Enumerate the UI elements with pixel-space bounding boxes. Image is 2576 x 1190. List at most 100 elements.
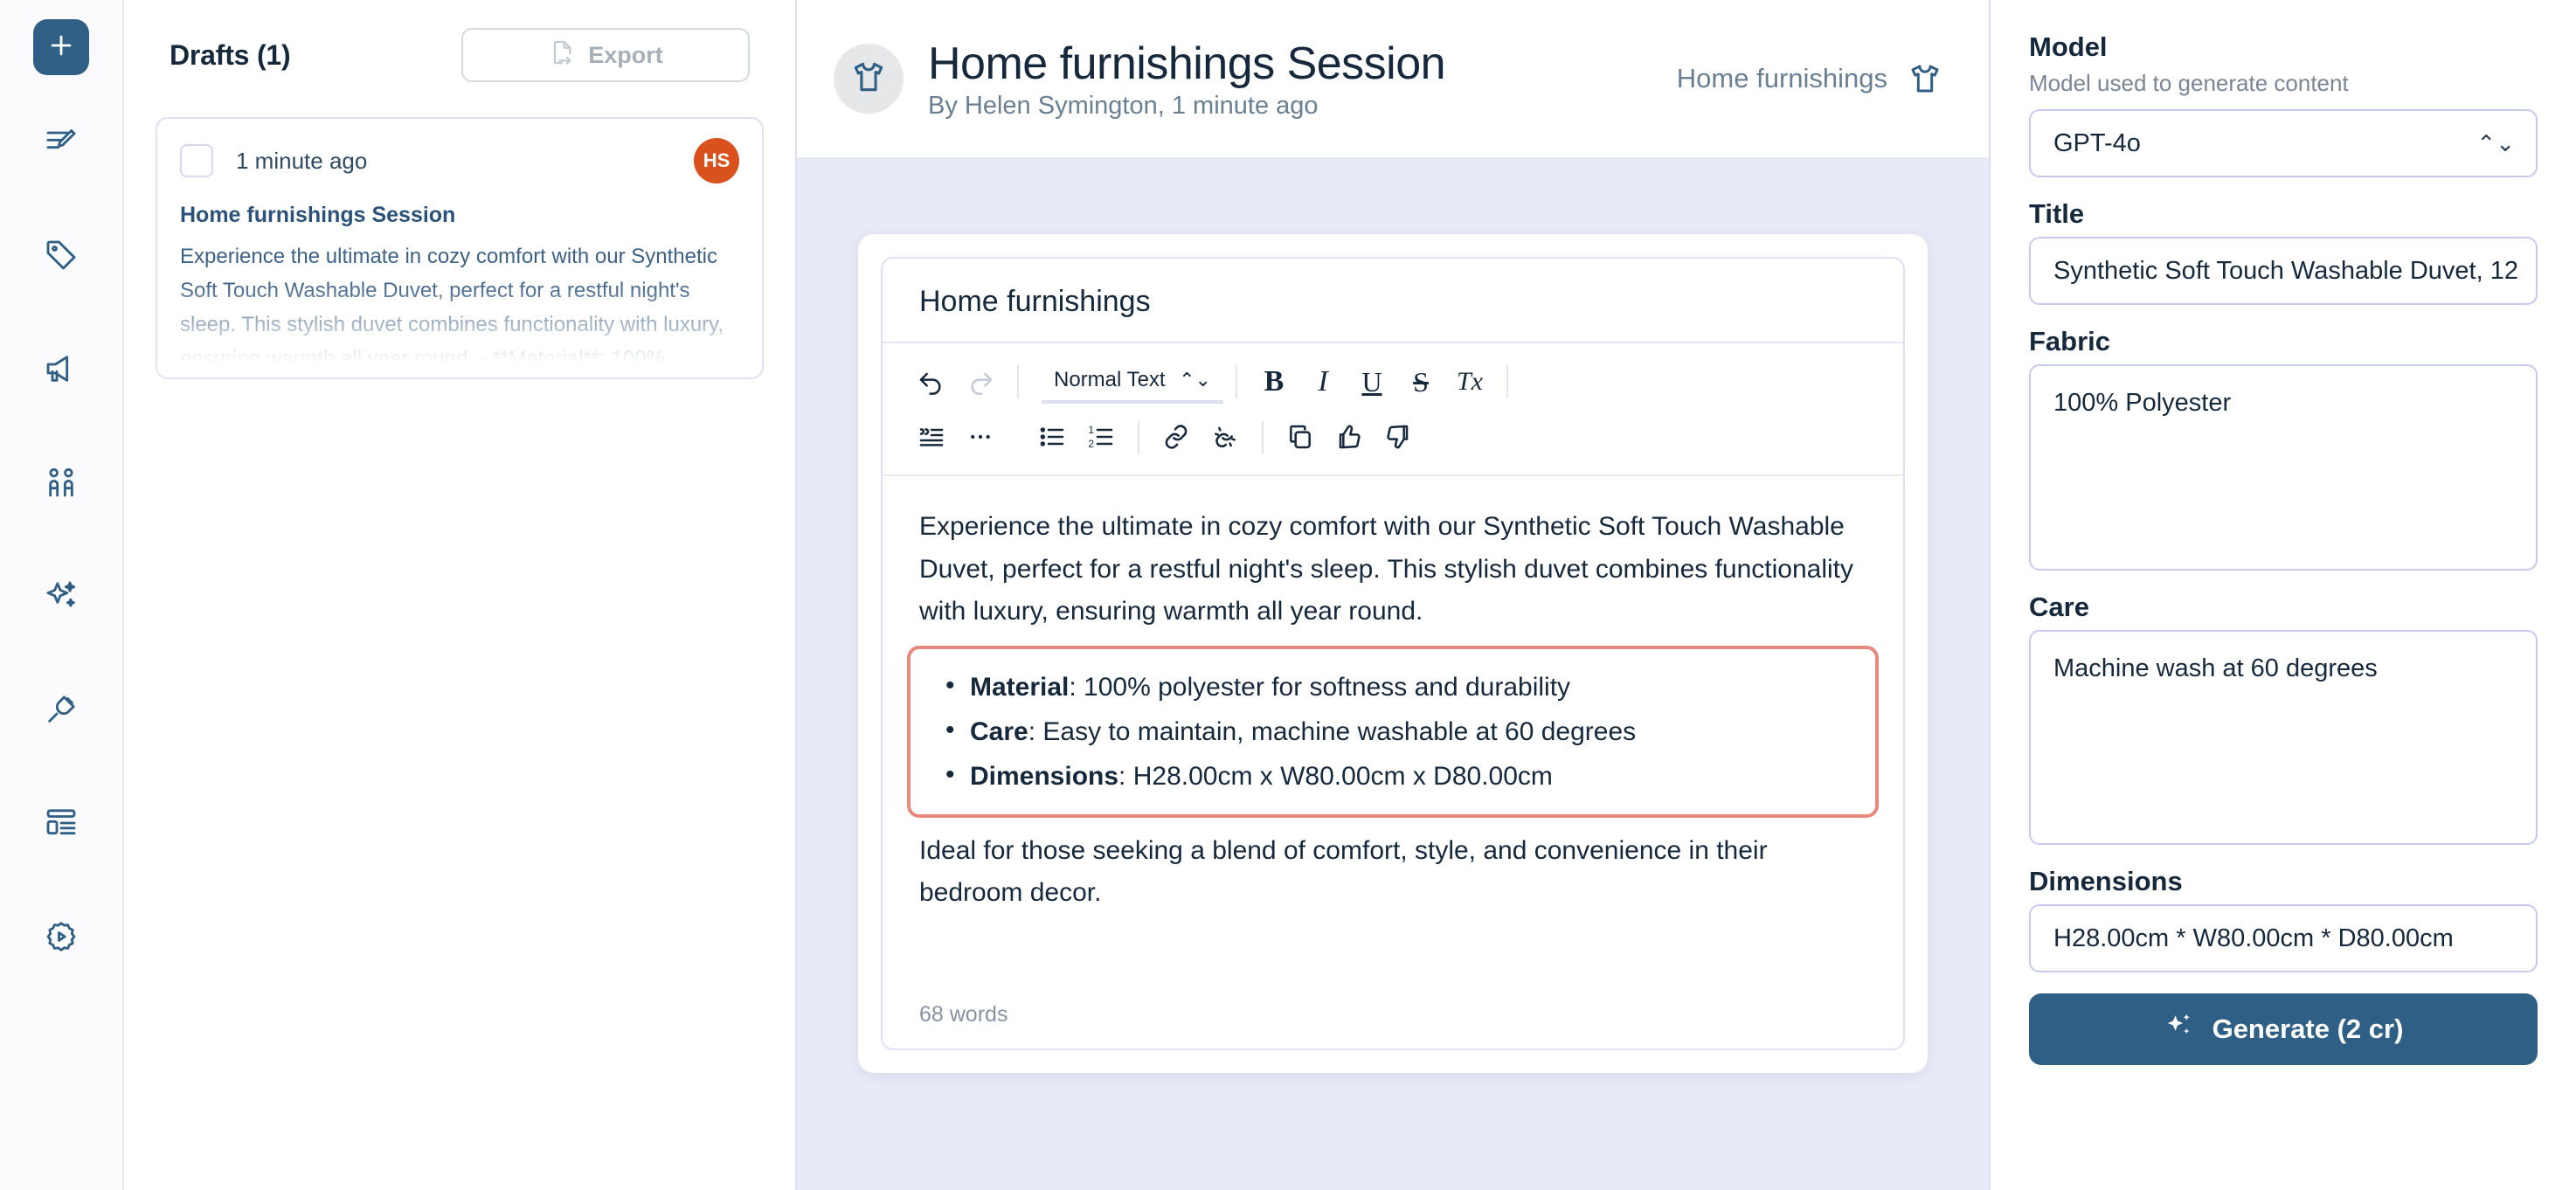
toolbar-row-1: Normal Text ⌃⌄ B I U S Tx — [907, 357, 1879, 406]
draft-timestamp: 1 minute ago — [236, 147, 368, 174]
toolbar-row-2: 12 — [907, 413, 1879, 462]
icon-rail — [0, 0, 124, 1190]
remove-link-button[interactable] — [1201, 415, 1250, 460]
spec-list: Material: 100% polyester for softness an… — [926, 663, 1859, 799]
toolbar-divider — [1138, 421, 1139, 454]
bullet-list-button[interactable] — [1028, 415, 1077, 460]
bold-button[interactable]: B — [1250, 359, 1298, 405]
sidebar-item-audience[interactable] — [33, 454, 89, 510]
attributes-panel: Model Model used to generate content GPT… — [1991, 0, 2576, 1190]
new-session-button[interactable] — [33, 19, 89, 75]
insert-link-button[interactable] — [1152, 415, 1201, 460]
draft-edit-icon — [44, 124, 79, 159]
italic-button[interactable]: I — [1298, 359, 1347, 405]
numbered-list-button[interactable]: 12 — [1077, 415, 1125, 460]
app-root: Drafts (1) Export 1 minute ago HS Home f… — [0, 0, 2576, 1190]
field-group-fabric: Fabric 100% Polyester — [2029, 326, 2538, 571]
list-layout-icon — [44, 806, 79, 841]
plug-icon — [44, 692, 79, 727]
drafts-title: Drafts (1) — [170, 38, 291, 71]
session-category-label: Home furnishings — [1676, 63, 1887, 93]
block-type-select[interactable]: Normal Text ⌃⌄ — [1042, 360, 1223, 404]
document-paragraph-1: Experience the ultimate in cozy comfort … — [919, 512, 1854, 626]
link-icon — [1162, 423, 1190, 453]
generate-button[interactable]: Generate (2 cr) — [2029, 993, 2538, 1065]
redo-icon — [966, 367, 994, 398]
more-options-button[interactable] — [956, 415, 1005, 460]
block-type-value: Normal Text — [1054, 368, 1166, 391]
draft-session-name: Home furnishings Session — [180, 203, 456, 227]
spec-value: : Easy to maintain, machine washable at … — [1028, 716, 1637, 746]
underline-button[interactable]: U — [1347, 359, 1396, 405]
sparkle-icon — [44, 578, 79, 613]
sidebar-item-drafts[interactable] — [33, 114, 89, 170]
undo-button[interactable] — [907, 359, 956, 405]
session-category-badge — [834, 44, 904, 114]
gear-play-icon — [44, 919, 79, 954]
toolbar-divider — [1236, 365, 1237, 398]
thumbs-down-icon — [1384, 423, 1412, 453]
field-group-model: Model Model used to generate content GPT… — [2029, 31, 2538, 177]
thumbs-up-icon — [1335, 423, 1363, 453]
svg-text:1: 1 — [1088, 424, 1094, 436]
dimensions-label: Dimensions — [2029, 866, 2183, 896]
highlighted-spec-block: Material: 100% polyester for softness an… — [907, 645, 1879, 818]
spec-label: Care — [970, 716, 1028, 746]
draft-select-checkbox[interactable] — [180, 144, 213, 177]
session-category: Home furnishings — [1677, 60, 1943, 97]
bullet-list-icon — [1038, 423, 1066, 453]
title-input[interactable]: Synthetic Soft Touch Washable Duvet, 12 — [2029, 237, 2538, 305]
sidebar-item-campaigns[interactable] — [33, 341, 89, 397]
session-byline: By Helen Symington, 1 minute ago — [928, 91, 1319, 120]
care-textarea[interactable]: Machine wash at 60 degrees — [2029, 630, 2538, 845]
model-select[interactable]: GPT-4o ⌃⌄ — [2029, 109, 2538, 177]
quote-icon — [918, 423, 945, 453]
fabric-textarea[interactable]: 100% Polyester — [2029, 364, 2538, 571]
sidebar-item-ai[interactable] — [33, 568, 89, 624]
field-group-care: Care Machine wash at 60 degrees — [2029, 592, 2538, 845]
sidebar-item-tags[interactable] — [33, 227, 89, 283]
sidebar-item-integrations[interactable] — [33, 681, 89, 737]
plus-icon — [46, 31, 76, 65]
dimensions-input[interactable]: H28.00cm * W80.00cm * D80.00cm — [2029, 904, 2538, 972]
quote-button[interactable] — [907, 415, 956, 460]
page-title: Home furnishings Session — [928, 38, 1446, 89]
export-button[interactable]: Export — [461, 28, 750, 82]
sidebar-item-templates[interactable] — [33, 795, 89, 851]
spec-label: Material — [970, 672, 1070, 702]
tshirt-icon — [1907, 60, 1943, 97]
draft-preview-text: Experience the ultimate in cozy comfort … — [180, 245, 724, 370]
document-title: Home furnishings — [883, 259, 1903, 343]
unlink-icon — [1211, 423, 1239, 453]
list-item: Care: Easy to maintain, machine washable… — [945, 708, 1859, 754]
redo-button[interactable] — [956, 359, 1005, 405]
toolbar-divider — [1262, 421, 1264, 454]
model-label: Model — [2029, 31, 2108, 62]
thumbs-down-button[interactable] — [1374, 415, 1423, 460]
draft-list-item[interactable]: 1 minute ago HS Home furnishings Session… — [156, 117, 764, 379]
thumbs-up-button[interactable] — [1325, 415, 1374, 460]
list-item: Dimensions: H28.00cm x W80.00cm x D80.00… — [945, 752, 1859, 799]
strikethrough-button[interactable]: S — [1396, 359, 1445, 405]
model-help-text: Model used to generate content — [2029, 70, 2349, 96]
sidebar-item-automation[interactable] — [33, 909, 89, 965]
model-selected-value: GPT-4o — [2053, 128, 2141, 157]
copy-icon — [1286, 423, 1314, 453]
ellipsis-icon — [967, 424, 994, 453]
drafts-header: Drafts (1) Export — [124, 0, 795, 82]
spec-label: Dimensions — [970, 761, 1119, 791]
tshirt-icon — [849, 58, 888, 100]
editor-canvas: Home furnishings Normal Text ⌃⌄ B I U S … — [797, 157, 1989, 1190]
document-body[interactable]: Experience the ultimate in cozy comfort … — [883, 476, 1903, 979]
generate-label: Generate (2 cr) — [2212, 1014, 2404, 1044]
undo-icon — [918, 367, 945, 398]
spec-value: : 100% polyester for softness and durabi… — [1069, 672, 1571, 702]
copy-button[interactable] — [1276, 415, 1325, 460]
tag-icon — [44, 238, 79, 273]
spec-value: : H28.00cm x W80.00cm x D80.00cm — [1118, 761, 1553, 791]
avatar: HS — [694, 138, 739, 183]
chevron-updown-icon: ⌃⌄ — [1179, 369, 1211, 391]
care-label: Care — [2029, 592, 2089, 622]
clear-formatting-button[interactable]: Tx — [1445, 359, 1494, 405]
document-card: Home furnishings Normal Text ⌃⌄ B I U S … — [881, 257, 1905, 1050]
